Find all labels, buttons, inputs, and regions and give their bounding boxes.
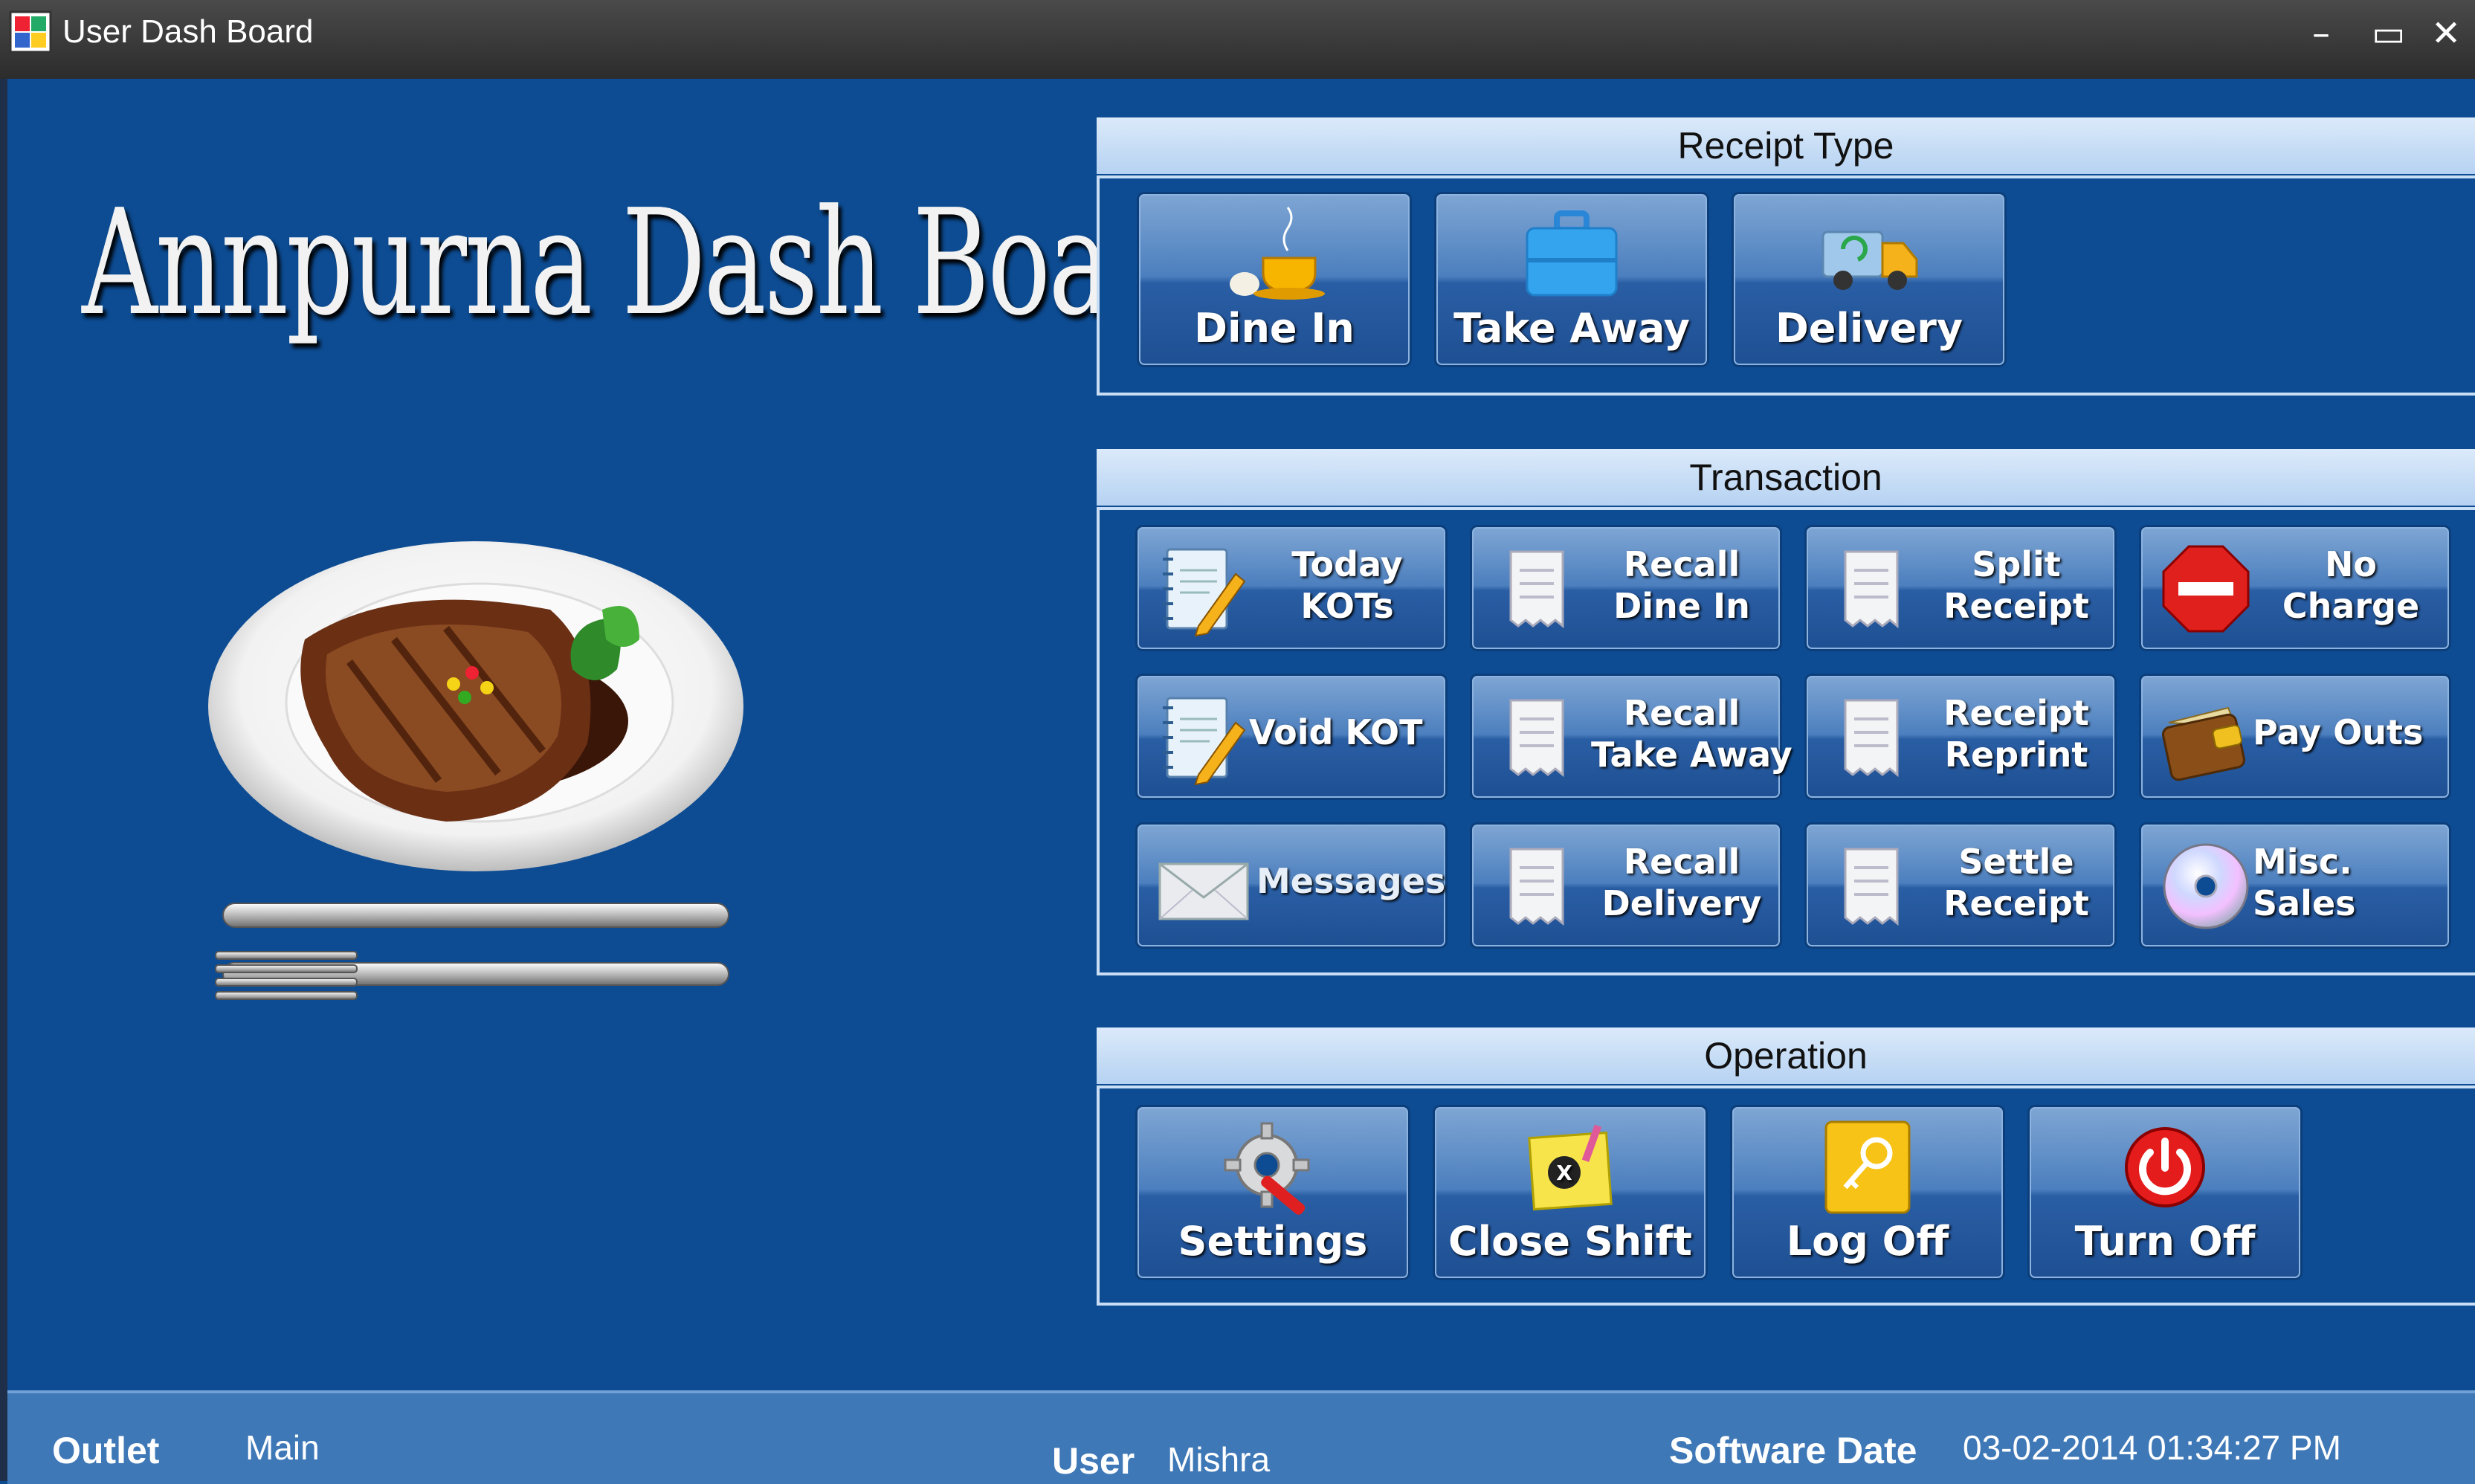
void-kot-label: Void KOT <box>1249 712 1423 752</box>
coffee-cup-icon <box>1230 207 1325 300</box>
envelope-icon <box>1158 862 1249 920</box>
void-kot-button[interactable]: Void KOT <box>1135 674 1448 800</box>
settings-label: Settings <box>1178 1218 1368 1265</box>
log-off-button[interactable]: Log Off <box>1730 1105 2005 1280</box>
no-entry-icon <box>2162 545 2250 633</box>
take-away-label: Take Away <box>1453 305 1690 352</box>
delivery-label: Delivery <box>1775 305 1963 352</box>
transaction-header: Transaction <box>1097 449 2475 506</box>
close-button[interactable]: ✕ <box>2431 12 2461 55</box>
app-icon <box>9 10 52 54</box>
no-charge-label: No Charge <box>2282 544 2420 626</box>
operation-panel: Settings X Close Shift Log Off Turn Off <box>1097 1085 2475 1306</box>
settle-receipt-label: Settle Receipt <box>1943 842 2089 923</box>
window-frame-edge <box>0 79 7 1481</box>
receipt-icon <box>1509 550 1564 629</box>
outlet-value: Main <box>245 1428 320 1467</box>
logo-title: Annpurna Dash Board <box>82 178 1224 348</box>
recall-take-away-button[interactable]: Recall Take Away <box>1470 674 1792 800</box>
today-kots-label: Today KOTs <box>1291 544 1403 626</box>
today-kots-button[interactable]: Today KOTs <box>1135 525 1448 651</box>
take-away-button[interactable]: Take Away <box>1434 192 1709 367</box>
receipt-icon <box>1844 550 1899 629</box>
user-value: Mishra <box>1167 1440 1271 1479</box>
pay-outs-button[interactable]: Pay Outs <box>2139 674 2451 800</box>
title-bar: User Dash Board – ▭ ✕ <box>0 0 2475 79</box>
receipt-type-panel: Dine In Take Away Delivery <box>1097 175 2475 396</box>
receipt-icon <box>1509 848 1564 926</box>
outlet-label: Outlet <box>52 1430 160 1471</box>
briefcase-icon <box>1526 210 1618 297</box>
messages-label: Messages <box>1256 861 1446 901</box>
notepad-pencil-icon <box>1163 548 1246 637</box>
receipt-reprint-label: Receipt Reprint <box>1943 693 2089 775</box>
close-shift-label: Close Shift <box>1448 1218 1692 1265</box>
recall-dine-in-label: Recall Dine In <box>1613 544 1750 626</box>
split-receipt-label: Split Receipt <box>1943 544 2089 626</box>
notepad-pencil-icon <box>1163 697 1246 786</box>
split-receipt-button[interactable]: Split Receipt <box>1804 525 2117 651</box>
key-icon <box>1824 1120 1911 1214</box>
software-date-value: 03-02-2014 01:34:27 PM <box>1963 1428 2341 1467</box>
user-label: User <box>1052 1440 1135 1482</box>
dine-in-label: Dine In <box>1194 305 1355 352</box>
status-bar: Outlet Main User Mishra Software Date 03… <box>7 1390 2475 1484</box>
operation-header: Operation <box>1097 1027 2475 1084</box>
recall-delivery-label: Recall Delivery <box>1601 842 1762 923</box>
receipt-icon <box>1509 699 1564 778</box>
delivery-button[interactable]: Delivery <box>1732 192 2007 367</box>
gear-wrench-icon <box>1224 1122 1310 1215</box>
settle-receipt-button[interactable]: Settle Receipt <box>1804 822 2117 949</box>
transaction-panel: Today KOTs Recall Dine In Split Receipt No C… <box>1097 507 2475 975</box>
no-charge-button[interactable]: No Charge <box>2139 525 2451 651</box>
log-off-label: Log Off <box>1786 1218 1949 1265</box>
plate-illustration <box>208 541 743 1000</box>
close-shift-button[interactable]: X Close Shift <box>1433 1105 1708 1280</box>
delivery-truck-icon <box>1821 230 1918 290</box>
pay-outs-label: Pay Outs <box>2253 712 2424 752</box>
misc-sales-button[interactable]: Misc. Sales <box>2139 822 2451 949</box>
cd-disc-icon <box>2163 843 2249 929</box>
receipt-icon <box>1844 848 1899 926</box>
recall-dine-in-button[interactable]: Recall Dine In <box>1470 525 1782 651</box>
wallet-icon <box>2161 706 2246 781</box>
maximize-button[interactable]: ▭ <box>2372 12 2405 55</box>
settings-button[interactable]: Settings <box>1135 1105 1410 1280</box>
recall-delivery-button[interactable]: Recall Delivery <box>1470 822 1782 949</box>
misc-sales-label: Misc. Sales <box>2253 842 2356 923</box>
minimize-button[interactable]: – <box>2312 12 2330 55</box>
recall-take-away-label: Recall Take Away <box>1591 693 1792 775</box>
power-icon <box>2125 1127 2205 1207</box>
software-date-label: Software Date <box>1669 1430 1917 1471</box>
svg-text:X: X <box>1556 1161 1572 1185</box>
window-title: User Dash Board <box>62 13 314 50</box>
dine-in-button[interactable]: Dine In <box>1137 192 1412 367</box>
receipt-reprint-button[interactable]: Receipt Reprint <box>1804 674 2117 800</box>
turn-off-button[interactable]: Turn Off <box>2027 1105 2303 1280</box>
receipt-icon <box>1844 699 1899 778</box>
receipt-type-header: Receipt Type <box>1097 117 2475 174</box>
messages-button[interactable]: Messages <box>1135 822 1448 949</box>
turn-off-label: Turn Off <box>2074 1218 2256 1265</box>
sticky-note-close-icon: X <box>1528 1124 1613 1211</box>
